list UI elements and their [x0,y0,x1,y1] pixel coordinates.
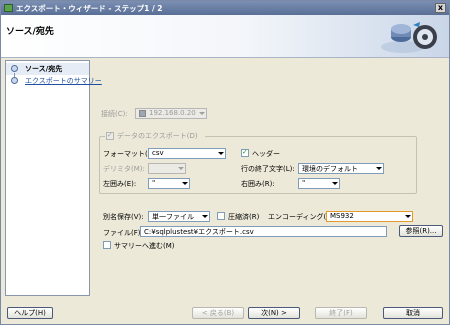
nav-step-source-destination[interactable]: ソース/宛先 [6,63,89,75]
data-export-label: データのエクスポート(D) [117,132,198,140]
format-value: csv [152,149,164,157]
compressed-label: 圧縮済(R) [228,213,260,221]
chevron-down-icon [200,212,209,221]
connection-label: 接続(C): [101,110,128,118]
encoding-label: エンコーディング(I): [268,213,334,221]
data-export-legend: データのエクスポート(D) [105,131,205,141]
nav-step-export-summary[interactable]: エクスポートのサマリー [6,75,102,87]
finish-button[interactable]: 終了(F) [315,307,367,319]
wizard-logo-icon [381,22,437,53]
right-enclosure-label: 右囲み(R): [241,180,275,188]
header-checkbox[interactable] [241,148,249,157]
chevron-down-icon [197,109,206,118]
save-as-value: 単一ファイル [152,213,194,221]
line-terminator-value: 環境のデフォルト [302,165,358,173]
step-pending-icon [11,77,18,84]
left-enclosure-value: " [152,179,156,187]
delimiter-select[interactable] [148,163,186,174]
file-label: ファイル(F): [103,229,143,237]
left-enclosure-select[interactable]: " [148,178,190,189]
chevron-down-icon [180,179,189,188]
file-path-input[interactable]: C:¥sqlplustest¥エクスポート.csv [140,226,387,237]
chevron-down-icon [176,164,185,173]
right-enclosure-select[interactable]: " [298,178,340,189]
chevron-down-icon [216,149,225,158]
wizard-footer: ヘルプ(H) < 戻る(B) 次(N) > 終了(F) 取消 [1,299,449,325]
nav-step-label: ソース/宛先 [25,65,63,73]
wizard-header: ソース/宛先 [1,15,449,58]
line-terminator-select[interactable]: 環境のデフォルト [298,163,384,174]
export-wizard-window: エクスポート・ウィザード - ステップ1 / 2 x ソース/宛先 ソース/宛先… [0,0,450,325]
window-title: エクスポート・ウィザード - ステップ1 / 2 [16,4,163,13]
app-icon [4,4,13,12]
step-current-icon [11,65,18,72]
left-enclosure-label: 左囲み(E): [103,180,137,188]
chevron-down-icon [403,212,412,221]
encoding-value: MS932 [330,212,354,220]
wizard-steps-nav: ソース/宛先 エクスポートのサマリー [5,60,102,296]
chevron-down-icon [330,179,339,188]
proceed-to-summary-label: サマリーへ進む(M) [114,242,175,250]
encoding-select[interactable]: MS932 [326,211,413,222]
data-export-checkbox[interactable] [106,131,114,140]
help-button[interactable]: ヘルプ(H) [7,307,53,319]
chevron-down-icon [374,164,383,173]
format-select[interactable]: csv [148,148,226,159]
wizard-main-panel: 接続(C): 192.168.0.20 データのエクスポート(D) フォーマット… [93,60,445,296]
close-button[interactable]: x [435,3,446,13]
cancel-button[interactable]: 取消 [383,307,443,319]
connection-select[interactable]: 192.168.0.20 [135,108,207,119]
title-bar[interactable]: エクスポート・ウィザード - ステップ1 / 2 x [1,1,449,15]
file-path-value: C:¥sqlplustest¥エクスポート.csv [144,228,254,236]
right-enclosure-value: " [302,179,306,187]
database-icon [139,110,146,117]
save-as-label: 別名保存(V): [103,213,144,221]
page-title: ソース/宛先 [6,27,54,37]
compressed-checkbox[interactable] [217,212,225,220]
line-terminator-label: 行の終了文字(L): [241,165,295,173]
header-label: ヘッダー [252,150,280,158]
next-button[interactable]: 次(N) > [248,307,300,319]
save-as-select[interactable]: 単一ファイル [148,211,210,222]
delimiter-label: デリミタ(M): [103,165,145,173]
nav-step-label: エクスポートのサマリー [25,77,102,85]
proceed-to-summary-checkbox[interactable] [103,241,111,249]
back-button[interactable]: < 戻る(B) [192,307,244,319]
browse-button[interactable]: 参照(R)... [399,225,443,237]
connection-value: 192.168.0.20 [149,109,196,117]
